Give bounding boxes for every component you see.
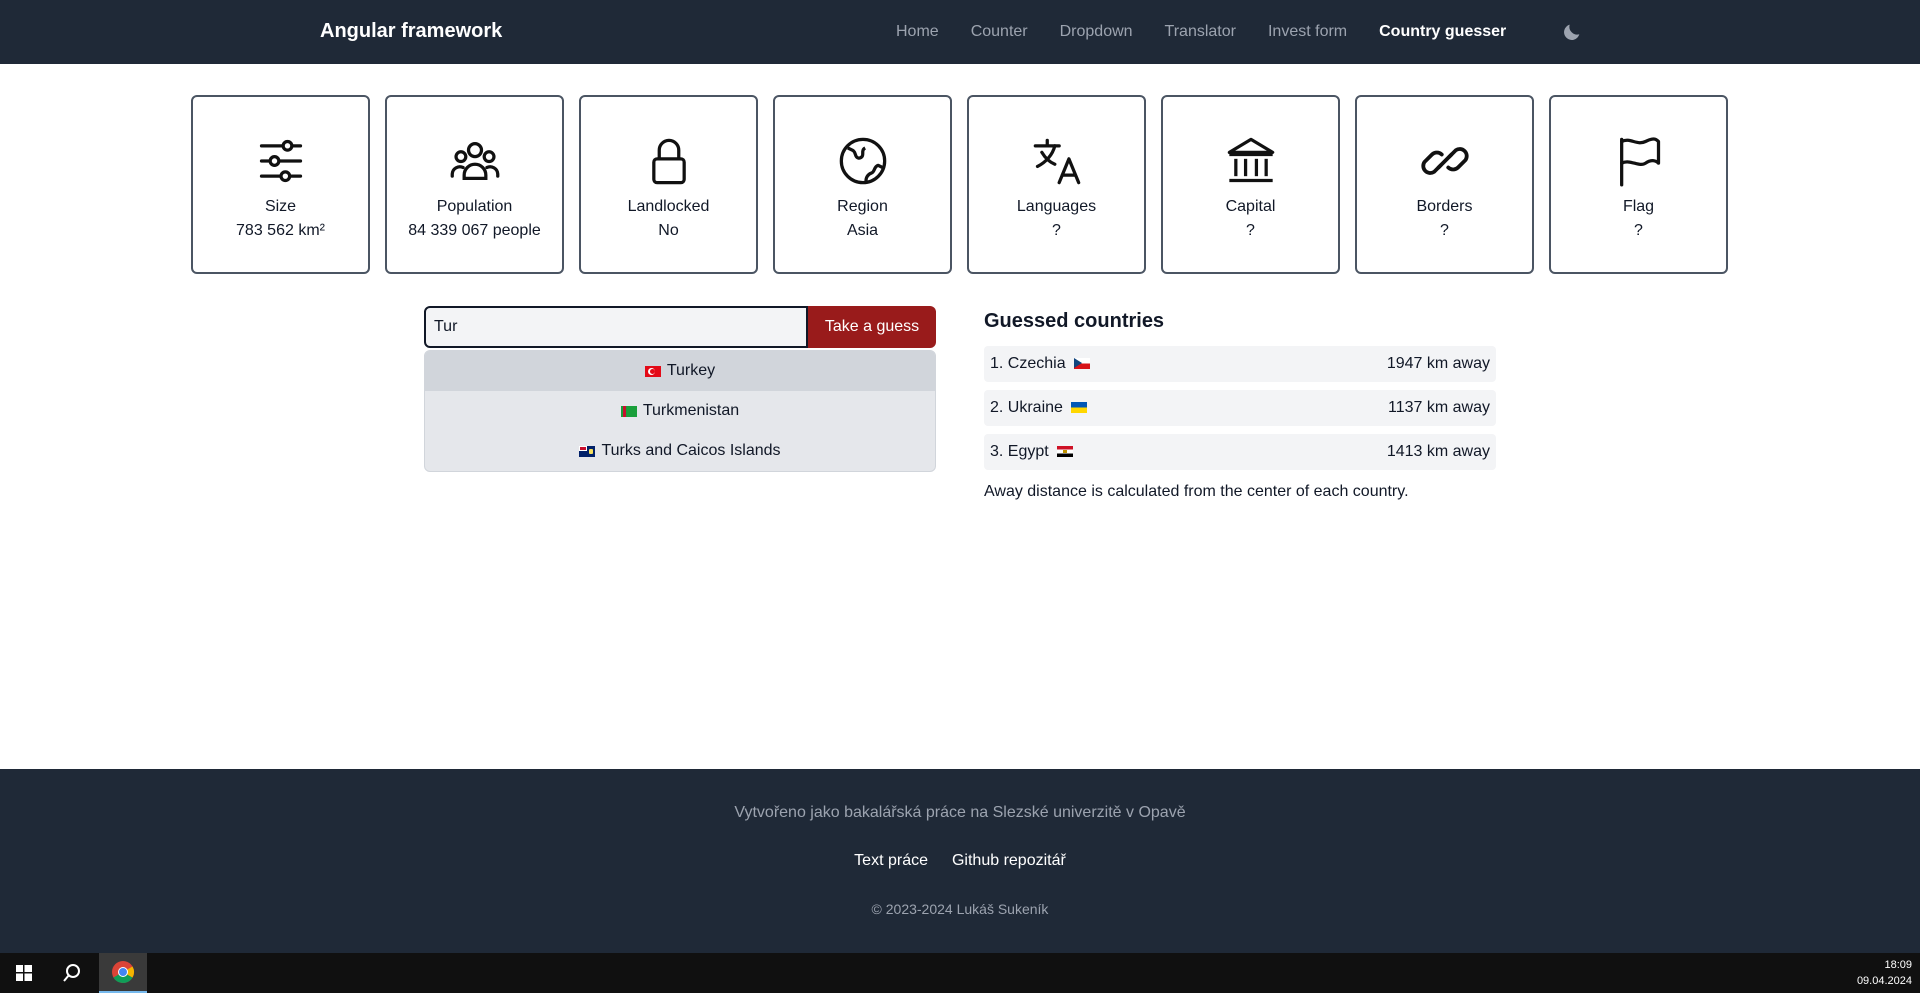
card-flag[interactable]: Flag ? [1549, 95, 1728, 274]
suggestion-label: Turkmenistan [642, 402, 740, 419]
suggestions-dropdown: Turkey Turkmenistan Turks and Caicos Isl… [424, 350, 936, 472]
card-size-value: 783 562 km² [236, 222, 325, 239]
footer-credit: Vytvořeno jako bakalářská práce na Slezs… [734, 804, 1186, 821]
navbar: Angular framework Home Counter Dropdown … [0, 0, 1920, 64]
nav-link-invest-form[interactable]: Invest form [1268, 23, 1347, 41]
brand-title[interactable]: Angular framework [320, 20, 502, 43]
country-guess-input[interactable] [424, 306, 808, 348]
footer-link-thesis[interactable]: Text práce [854, 852, 928, 870]
guessed-item: 2. Ukraine 1137 km away [984, 390, 1496, 426]
card-landlocked[interactable]: Landlocked No [579, 95, 758, 274]
take-a-guess-button[interactable]: Take a guess [808, 306, 936, 348]
suggestion-turkmenistan[interactable]: Turkmenistan [425, 391, 935, 431]
footer: Vytvořeno jako bakalářská práce na Slezs… [0, 769, 1920, 953]
suggestion-label: Turks and Caicos Islands [601, 442, 781, 459]
guessed-item-distance: 1413 km away [1386, 443, 1490, 460]
turks-caicos-flag-icon [579, 445, 596, 457]
card-flag-label: Flag [1622, 198, 1655, 215]
card-languages-label: Languages [1016, 198, 1097, 215]
guessed-countries-panel: Guessed countries 1. Czechia 1947 km awa… [984, 306, 1496, 504]
card-capital[interactable]: Capital ? [1161, 95, 1340, 274]
search-icon [63, 964, 80, 982]
card-region[interactable]: Region Asia [773, 95, 952, 274]
guessed-item-distance: 1137 km away [1388, 399, 1490, 416]
card-languages-value: ? [1052, 222, 1061, 239]
card-borders[interactable]: Borders ? [1355, 95, 1534, 274]
card-population-label: Population [436, 198, 513, 215]
suggestion-turks-and-caicos[interactable]: Turks and Caicos Islands [425, 431, 935, 471]
card-languages[interactable]: Languages ? [967, 95, 1146, 274]
footer-link-github[interactable]: Github repozitář [952, 852, 1066, 870]
windows-icon [16, 965, 32, 981]
sliders-icon [259, 139, 302, 183]
globe-icon [839, 137, 886, 185]
turkey-flag-icon [644, 365, 661, 377]
egypt-flag-icon [1057, 446, 1074, 458]
guess-row: Take a guess [424, 306, 936, 348]
guess-area: Take a guess Turkey Turkmenistan Turks a… [424, 306, 936, 472]
nav-links: Home Counter Dropdown Translator Invest … [896, 0, 1538, 64]
taskbar: 18:09 09.04.2024 [0, 953, 1920, 993]
clock-time: 18:09 [1884, 959, 1912, 971]
guessed-item: 1. Czechia 1947 km away [984, 346, 1496, 382]
nav-link-dropdown[interactable]: Dropdown [1060, 23, 1133, 41]
taskbar-clock[interactable]: 18:09 09.04.2024 [1857, 957, 1912, 989]
ukraine-flag-icon [1071, 402, 1088, 414]
card-borders-label: Borders [1416, 198, 1473, 215]
nav-link-counter[interactable]: Counter [971, 23, 1028, 41]
chrome-taskbar-button[interactable] [99, 953, 147, 993]
guessed-item-distance: 1947 km away [1386, 355, 1490, 372]
card-region-label: Region [837, 198, 888, 215]
footer-links: Text práce Github repozitář [0, 852, 1920, 870]
card-landlocked-value: No [658, 222, 679, 239]
guessed-countries-title: Guessed countries [984, 310, 1165, 332]
bank-icon [1227, 137, 1274, 183]
nav-link-home[interactable]: Home [896, 23, 939, 41]
suggestion-turkey[interactable]: Turkey [425, 351, 935, 391]
translate-icon [1033, 138, 1080, 185]
footer-copyright: © 2023-2024 Lukáš Sukeník [871, 901, 1049, 917]
taskbar-search-button[interactable] [48, 953, 96, 993]
card-size-label: Size [264, 198, 297, 215]
card-population[interactable]: Population 84 339 067 people [385, 95, 564, 274]
card-borders-value: ? [1440, 222, 1449, 239]
guessed-item-name: 3. Egypt [990, 443, 1049, 460]
people-icon [450, 142, 499, 180]
flag-icon [1619, 137, 1660, 187]
guessed-item: 3. Egypt 1413 km away [984, 434, 1496, 470]
theme-toggle-button[interactable] [1558, 18, 1586, 46]
clock-date: 09.04.2024 [1856, 975, 1912, 987]
link-icon [1420, 147, 1469, 175]
card-flag-value: ? [1634, 222, 1643, 239]
card-capital-value: ? [1246, 222, 1255, 239]
guessed-item-name: 1. Czechia [990, 355, 1066, 372]
start-button[interactable] [0, 953, 48, 993]
card-size[interactable]: Size 783 562 km² [191, 95, 370, 274]
guessed-item-name: 2. Ukraine [990, 399, 1063, 416]
nav-link-country-guesser[interactable]: Country guesser [1379, 23, 1506, 41]
lock-icon [651, 138, 686, 185]
chrome-icon [112, 961, 134, 983]
czechia-flag-icon [1074, 358, 1091, 370]
card-landlocked-label: Landlocked [627, 198, 710, 215]
turkmenistan-flag-icon [620, 405, 637, 417]
card-region-value: Asia [846, 222, 879, 239]
distance-note: Away distance is calculated from the cen… [984, 483, 1409, 500]
card-capital-label: Capital [1225, 198, 1276, 215]
card-population-value: 84 339 067 people [408, 222, 541, 239]
nav-link-translator[interactable]: Translator [1165, 23, 1236, 41]
suggestion-label: Turkey [666, 362, 716, 379]
moon-icon [1564, 24, 1580, 40]
clue-cards: Size 783 562 km² Population 84 339 067 p… [191, 95, 1728, 274]
